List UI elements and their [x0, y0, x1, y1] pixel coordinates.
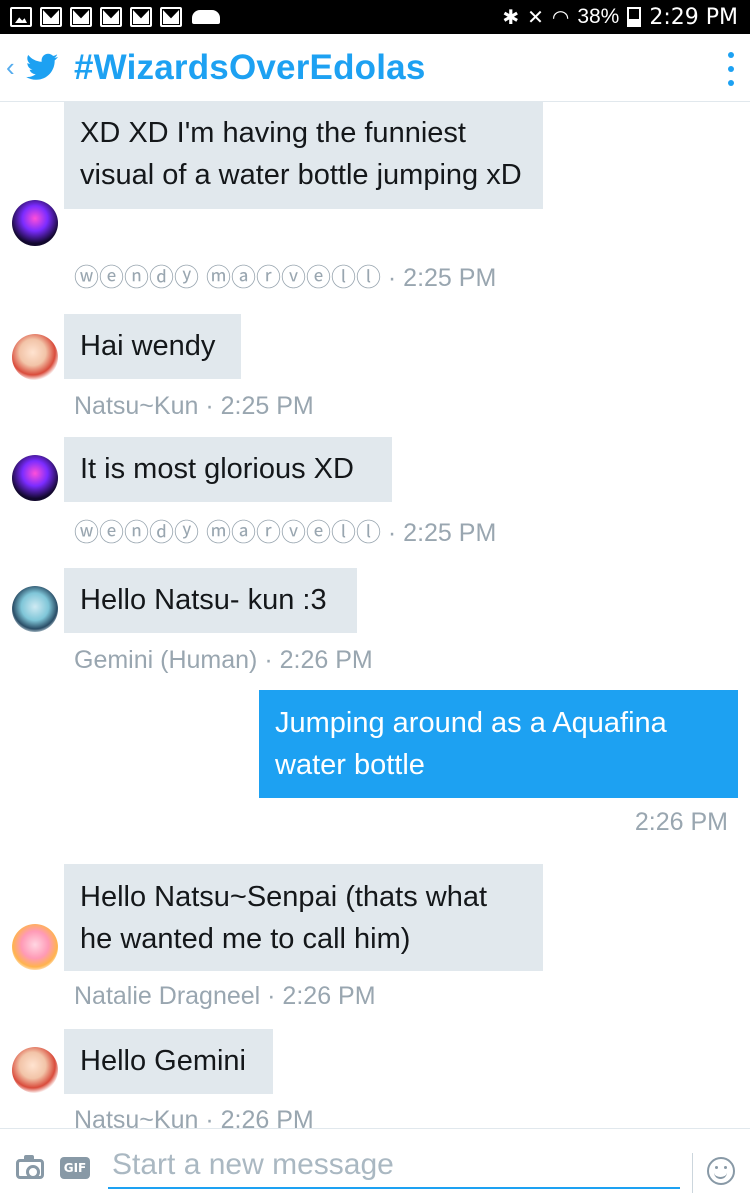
message-meta: 2:26 PM: [634, 808, 728, 836]
avatar[interactable]: [12, 455, 58, 501]
avatar[interactable]: [12, 586, 58, 632]
avatar[interactable]: [12, 334, 58, 380]
message-bubble: Hello Natsu- kun :3: [64, 568, 357, 633]
mail-notification-icon: [70, 7, 92, 27]
mute-icon: ✕: [527, 6, 544, 29]
clock: 2:29 PM: [649, 4, 738, 30]
soundcloud-notification-icon: [192, 10, 220, 24]
message-meta: Natalie Dragneel · 2:26 PM: [74, 982, 376, 1010]
message-bubble-own: Jumping around as a Aquafina water bottl…: [259, 690, 738, 798]
message-meta: ⓦⓔⓝⓓⓨ ⓜⓐⓡⓥⓔⓛⓛ · 2:25 PM: [74, 264, 497, 292]
message-meta: Natsu~Kun · 2:25 PM: [74, 392, 314, 420]
bluetooth-icon: ✱: [502, 6, 520, 29]
wifi-icon: ◠: [551, 6, 570, 29]
message-bubble: XD XD I'm having the funniest visual of …: [64, 102, 543, 209]
notification-icons: [10, 6, 220, 28]
avatar[interactable]: [12, 1047, 58, 1093]
avatar[interactable]: [12, 200, 58, 246]
conversation-header: ‹ #WizardsOverEdolas: [0, 34, 750, 102]
mail-notification-icon: [40, 7, 62, 27]
avatar[interactable]: [12, 924, 58, 970]
mail-notification-icon: [160, 7, 182, 27]
divider: [692, 1153, 693, 1193]
message-meta: ⓦⓔⓝⓓⓨ ⓜⓐⓡⓥⓔⓛⓛ · 2:25 PM: [74, 519, 497, 547]
message-bubble: Hello Gemini: [64, 1029, 273, 1094]
message-composer: GIF: [0, 1128, 750, 1200]
emoji-icon[interactable]: [707, 1157, 735, 1185]
message-bubble: It is most glorious XD: [64, 437, 392, 502]
message-list[interactable]: XD XD I'm having the funniest visual of …: [0, 102, 750, 1128]
mail-notification-icon: [100, 7, 122, 27]
gif-icon[interactable]: GIF: [60, 1157, 90, 1179]
message-meta: Gemini (Human) · 2:26 PM: [74, 646, 373, 674]
message-meta: Natsu~Kun · 2:26 PM: [74, 1106, 314, 1128]
system-indicators: ✱ ✕ ◠ 38% 2:29 PM: [502, 2, 738, 32]
kebab-menu-icon[interactable]: [728, 52, 736, 86]
message-bubble: Hai wendy: [64, 314, 241, 379]
message-bubble: Hello Natsu~Senpai (thats what he wanted…: [64, 864, 543, 971]
chevron-left-icon[interactable]: ‹: [6, 52, 15, 83]
page-title: #WizardsOverEdolas: [74, 48, 426, 87]
status-bar: ✱ ✕ ◠ 38% 2:29 PM: [0, 0, 750, 34]
mail-notification-icon: [130, 7, 152, 27]
battery-icon: [627, 7, 642, 27]
camera-icon[interactable]: [16, 1155, 44, 1179]
twitter-bird-icon[interactable]: [26, 53, 58, 81]
gallery-notification-icon: [10, 7, 32, 27]
battery-percent: 38%: [577, 5, 620, 28]
message-input[interactable]: [108, 1143, 680, 1189]
